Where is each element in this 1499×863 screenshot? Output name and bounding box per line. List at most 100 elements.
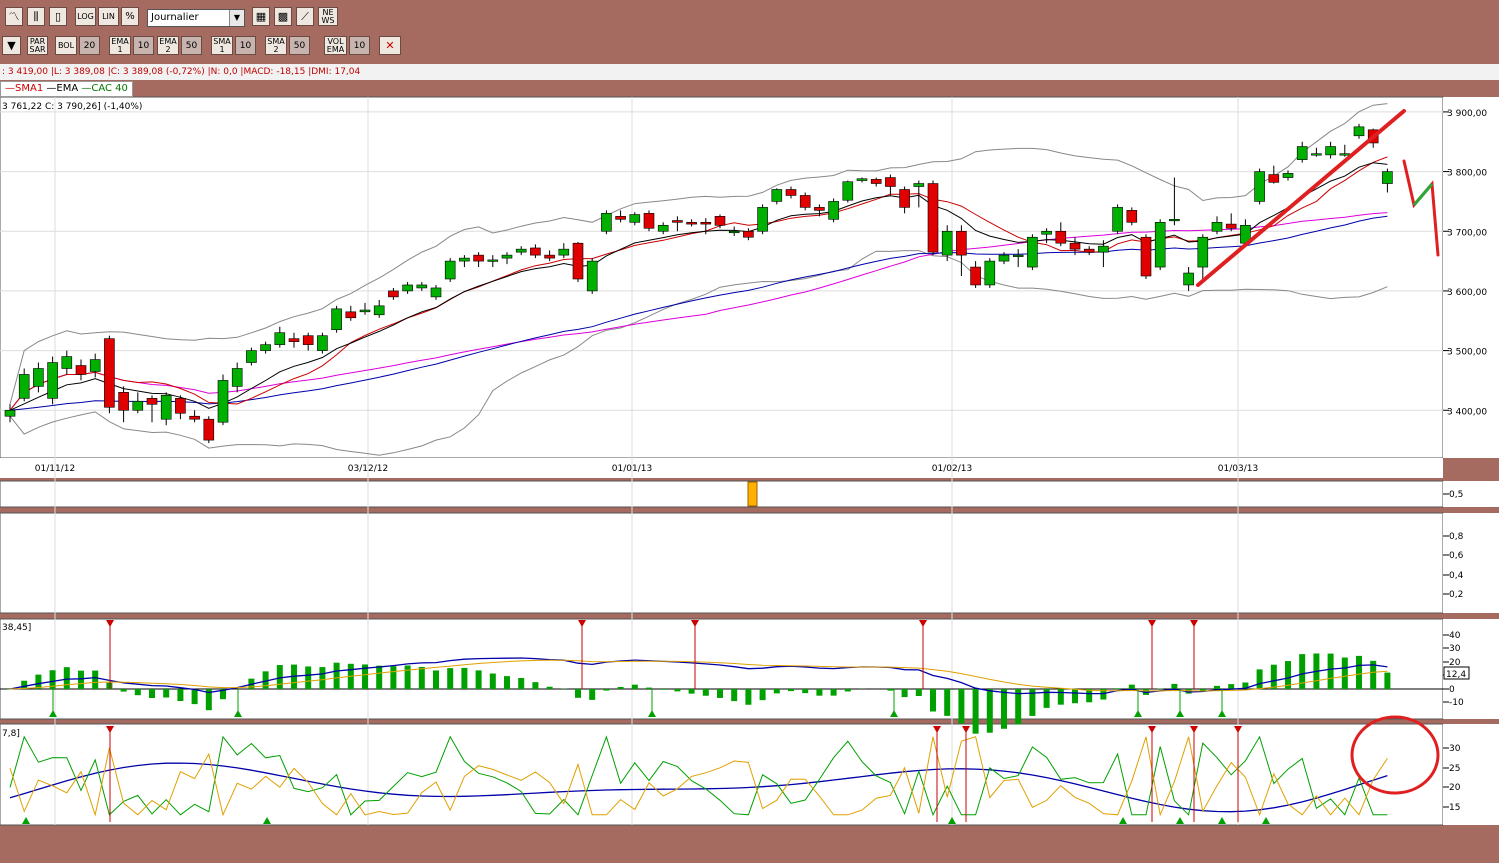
macd-histogram-bar xyxy=(418,666,425,689)
macd-histogram-bar xyxy=(944,689,951,716)
candle-up xyxy=(1183,272,1194,286)
candle-down xyxy=(302,335,314,345)
dmi-tick-label: 30 xyxy=(1449,744,1461,754)
dmi-tick-label: 15 xyxy=(1449,803,1460,813)
macd-histogram-bar xyxy=(702,689,709,696)
legend-sma-marker: — xyxy=(5,83,15,94)
candle-up xyxy=(1112,207,1123,232)
candle-up xyxy=(1041,230,1052,235)
x-tick-label: 01/02/13 xyxy=(932,464,972,474)
macd-tick-label: 40 xyxy=(1449,631,1461,641)
candle-up xyxy=(1027,236,1038,268)
macd-histogram-bar xyxy=(773,689,780,694)
macd-histogram-bar xyxy=(404,665,411,689)
candle-up xyxy=(1353,126,1365,137)
candle-down xyxy=(203,418,215,441)
candle-down xyxy=(1140,236,1152,277)
oscillator-tick-label: 0,4 xyxy=(1449,571,1464,581)
candle-down xyxy=(672,220,683,223)
candle-up xyxy=(1211,222,1223,232)
macd-histogram-bar xyxy=(433,670,439,689)
candle-down xyxy=(388,290,399,298)
macd-histogram-bar xyxy=(1072,689,1078,704)
macd-histogram-bar xyxy=(1086,689,1093,703)
macd-histogram-bar xyxy=(1171,683,1178,689)
candle-up xyxy=(47,362,58,399)
candle-down xyxy=(1268,174,1280,183)
candle-up xyxy=(260,344,271,351)
candle-up xyxy=(18,374,30,399)
candle-down xyxy=(1055,230,1067,244)
candle-down xyxy=(530,247,541,256)
macd-histogram-bar xyxy=(1015,689,1022,725)
macd-histogram-bar xyxy=(475,670,482,689)
macd-histogram-bar xyxy=(717,689,723,698)
candle-up xyxy=(1012,254,1024,257)
macd-histogram-bar xyxy=(1356,655,1362,689)
macd-histogram-bar xyxy=(802,689,809,694)
macd-histogram-bar xyxy=(631,684,638,689)
candle-up xyxy=(217,380,229,423)
macd-histogram-bar xyxy=(92,670,99,689)
macd-histogram-bar xyxy=(788,689,794,692)
legend-ema-marker: — xyxy=(46,83,57,94)
candle-down xyxy=(146,398,158,405)
macd-histogram-bar xyxy=(120,689,127,692)
macd-histogram-bar xyxy=(745,689,752,705)
candle-down xyxy=(814,207,825,211)
macd-histogram-bar xyxy=(887,689,894,691)
candle-down xyxy=(615,216,626,220)
candle-down xyxy=(700,222,712,225)
macd-histogram-bar xyxy=(447,668,454,689)
candle-down xyxy=(1126,210,1138,223)
macd-histogram-bar xyxy=(1341,657,1348,689)
oscillator-tick-label: 0,8 xyxy=(1449,532,1464,542)
oscillator-panel xyxy=(0,512,1444,614)
macd-histogram-bar xyxy=(504,676,510,689)
macd-histogram-bar xyxy=(532,682,539,689)
macd-histogram-bar xyxy=(816,689,823,696)
candle-up xyxy=(1154,222,1166,268)
candle-up xyxy=(1169,219,1180,222)
oscillator-tick-label: 0,6 xyxy=(1449,551,1464,561)
oscillator-tick-label: 0,2 xyxy=(1449,590,1463,600)
candle-down xyxy=(189,415,200,420)
candle-down xyxy=(799,195,811,208)
candle-up xyxy=(586,260,598,292)
macd-histogram-bar xyxy=(844,689,851,692)
candle-down xyxy=(686,222,697,225)
signal-bar xyxy=(747,481,758,507)
macd-histogram-bar xyxy=(575,689,581,698)
macd-histogram-bar xyxy=(972,689,979,734)
candle-up xyxy=(984,260,996,286)
macd-histogram-bar xyxy=(518,678,525,689)
macd-histogram-bar xyxy=(1228,684,1235,689)
legend-ema: EMA xyxy=(56,83,79,94)
candle-up xyxy=(842,181,854,201)
candle-down xyxy=(1083,248,1095,253)
signal-tick-label: 0,5 xyxy=(1449,490,1463,500)
candle-up xyxy=(132,401,144,411)
macd-histogram-bar xyxy=(589,689,596,700)
candle-down xyxy=(1069,242,1081,250)
candle-up xyxy=(1325,146,1336,156)
macd-histogram-bar xyxy=(489,673,496,689)
price-info: 3 761,22 C: 3 790,26] (-1,40%) xyxy=(2,102,142,112)
candle-up xyxy=(998,254,1010,262)
candle-down xyxy=(927,183,939,253)
candle-up xyxy=(4,409,16,417)
chart-area: 3 900,00 3 800,00 3 700,00 3 600,00 3 500,00… xyxy=(0,96,1499,826)
legend: —SMA1 —EMA —CAC 40 xyxy=(0,81,133,97)
macd-histogram-bar xyxy=(305,666,312,689)
macd-histogram-bar xyxy=(191,689,198,705)
macd-histogram-bar xyxy=(461,667,468,689)
candle-down xyxy=(288,338,300,342)
y-tick-label: 3 700,00 xyxy=(1447,228,1487,238)
y-tick-label: 3 500,00 xyxy=(1447,348,1487,358)
candle-up xyxy=(1296,146,1308,160)
y-tick-label: 3 800,00 xyxy=(1447,169,1487,179)
candle-up xyxy=(61,356,73,369)
x-tick-label: 03/12/12 xyxy=(348,464,388,474)
candle-down xyxy=(714,216,726,226)
macd-tick-label: -10 xyxy=(1449,698,1464,708)
